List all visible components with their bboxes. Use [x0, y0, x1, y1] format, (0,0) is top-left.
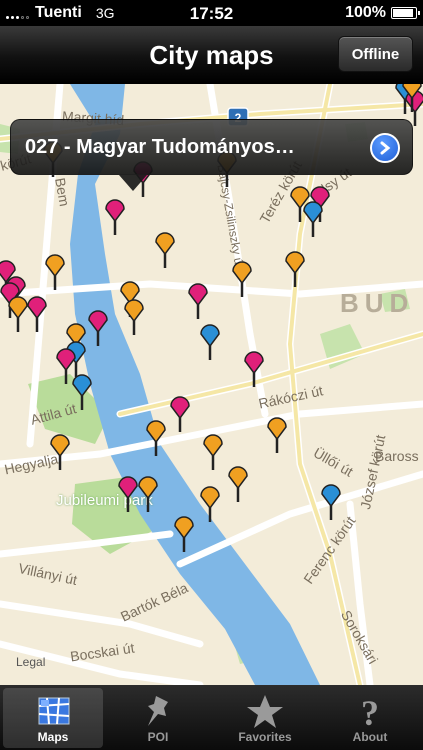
legal-link[interactable]: Legal	[16, 655, 45, 669]
map-pin[interactable]	[200, 486, 220, 522]
map-pin[interactable]	[72, 374, 92, 410]
map-pin[interactable]	[56, 348, 76, 384]
pushpin-icon	[148, 696, 168, 726]
map-pin[interactable]	[321, 484, 341, 520]
map-pin[interactable]	[27, 296, 47, 332]
star-icon	[247, 695, 283, 728]
map-pin[interactable]	[285, 251, 305, 287]
map-pin[interactable]	[188, 283, 208, 319]
pin-callout[interactable]: 027 - Magyar Tudományos…	[10, 119, 413, 191]
chevron-right-icon	[380, 141, 391, 155]
tab-label: Maps	[37, 730, 69, 744]
map-pin[interactable]	[124, 299, 144, 335]
tab-label: Favorites	[238, 730, 292, 744]
callout-title: 027 - Magyar Tudományos…	[25, 136, 295, 158]
map-pin[interactable]	[88, 310, 108, 346]
question-icon: ?	[361, 693, 379, 730]
map-pin[interactable]	[118, 476, 138, 512]
map-pin[interactable]	[170, 396, 190, 432]
map-pin[interactable]	[105, 199, 125, 235]
map-pin[interactable]	[267, 417, 287, 453]
battery-percent: 100%	[345, 4, 386, 21]
tab-label: About	[352, 730, 388, 744]
map-pin[interactable]	[146, 420, 166, 456]
map-pin[interactable]	[45, 254, 65, 290]
map-pin[interactable]	[228, 466, 248, 502]
map-pin[interactable]	[155, 232, 175, 268]
svg-text:?: ?	[361, 693, 379, 730]
map-pin[interactable]	[174, 516, 194, 552]
map-pin[interactable]	[200, 324, 220, 360]
status-bar: Tuenti 3G 17:52 100%	[0, 0, 423, 26]
map-pin[interactable]	[8, 296, 28, 332]
map-icon	[38, 697, 70, 725]
map-pin[interactable]	[244, 351, 264, 387]
tab-label: POI	[147, 730, 169, 744]
navigation-bar: City maps Offline	[0, 26, 423, 84]
tab-maps[interactable]: Maps	[3, 688, 103, 748]
offline-button[interactable]: Offline	[338, 36, 413, 72]
tab-poi[interactable]: POI	[108, 688, 208, 748]
battery-icon	[391, 7, 420, 19]
map-pin[interactable]	[50, 434, 70, 470]
map-pin[interactable]	[232, 261, 252, 297]
tab-bar: Maps POI Favorites ? About	[0, 685, 423, 750]
map-pin[interactable]	[203, 434, 223, 470]
tab-favorites[interactable]: Favorites	[215, 688, 315, 748]
tab-about[interactable]: ? About	[320, 688, 420, 748]
map-pin[interactable]	[138, 476, 158, 512]
detail-disclosure-button[interactable]	[370, 133, 400, 163]
